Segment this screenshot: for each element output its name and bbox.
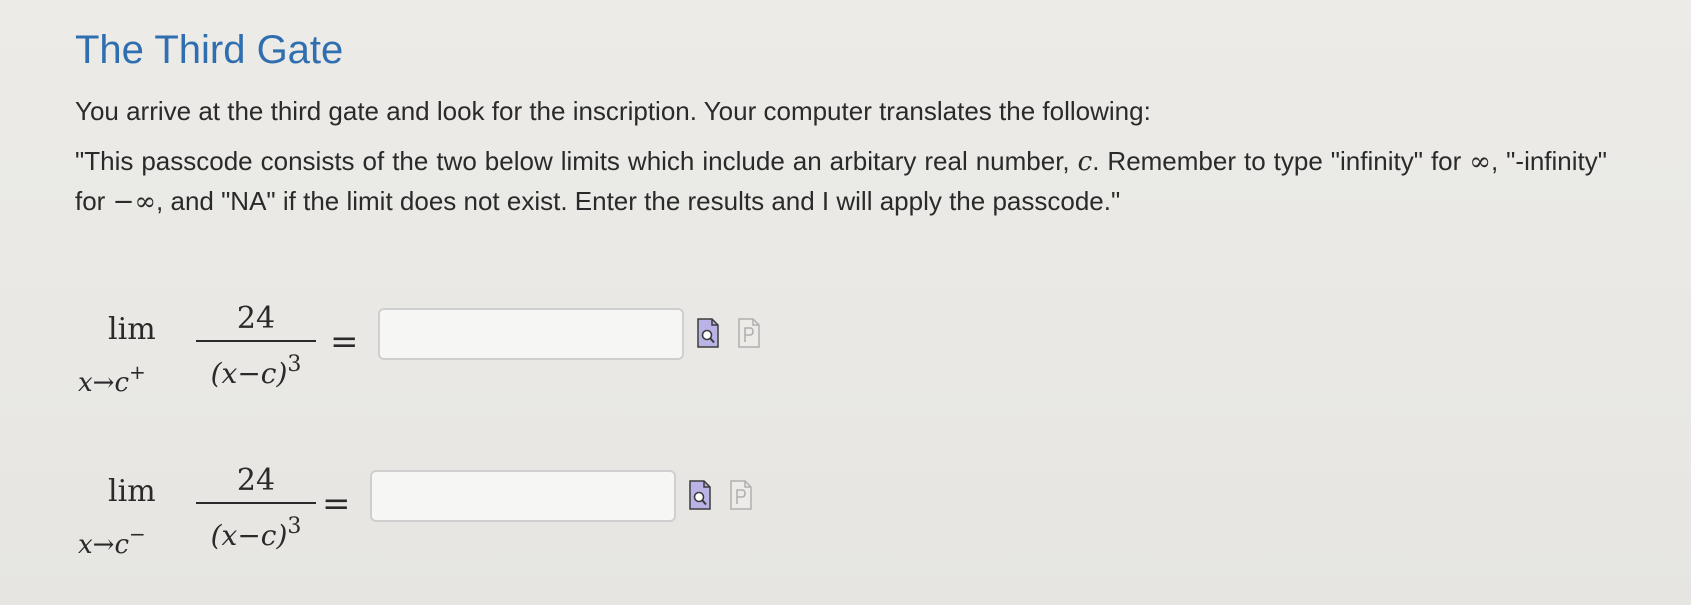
denominator-exponent: 3 [287, 514, 302, 539]
limit-subscript: x→c+ [78, 360, 146, 398]
preview-answer-icon[interactable] [697, 318, 719, 348]
fraction: 24 (x−c)3 [196, 300, 316, 391]
equals-sign: = [330, 322, 359, 362]
formula-help-icon[interactable] [738, 318, 760, 348]
denominator-base: (x−c) [210, 357, 288, 390]
negative-infinity-symbol: −∞ [112, 187, 157, 217]
fraction-bar [196, 502, 316, 504]
answer-input-right-limit[interactable] [378, 308, 684, 360]
inscription-part-4: , and "NA" if the limit does not exist. … [156, 186, 1121, 216]
infinity-symbol: ∞ [1469, 147, 1491, 177]
variable-c: c [1077, 147, 1093, 177]
intro-text: You arrive at the third gate and look fo… [75, 96, 1151, 126]
limit-subscript: x→c− [78, 522, 146, 560]
fraction: 24 (x−c)3 [196, 462, 316, 553]
limit-approach: x→c [78, 368, 130, 398]
fraction-numerator: 24 [236, 463, 276, 498]
page-title: The Third Gate [75, 28, 344, 72]
inscription-part-1: "This passcode consists of the two below… [75, 146, 1078, 176]
lim-label: lim [108, 474, 156, 509]
fraction-denominator: (x−c)3 [196, 510, 316, 553]
lim-label: lim [108, 312, 156, 347]
answer-input-left-limit[interactable] [370, 470, 676, 522]
fraction-denominator: (x−c)3 [196, 348, 316, 391]
fraction-bar [196, 340, 316, 342]
limit-direction: − [129, 522, 146, 546]
limit-row-left: lim x→c− 24 (x−c)3 = [78, 463, 838, 578]
limit-approach: x→c [78, 530, 130, 560]
limit-row-right: lim x→c+ 24 (x−c)3 = [78, 301, 838, 416]
inscription-part-2: . Remember to type "infinity" for [1092, 146, 1470, 176]
denominator-exponent: 3 [287, 352, 302, 377]
preview-answer-icon[interactable] [689, 480, 711, 510]
problem-container: The Third Gate You arrive at the third g… [75, 22, 1615, 222]
denominator-base: (x−c) [210, 519, 288, 552]
formula-help-icon[interactable] [730, 480, 752, 510]
equals-sign: = [322, 484, 351, 524]
limit-direction: + [129, 360, 146, 384]
inscription-text: "This passcode consists of the two below… [75, 142, 1607, 222]
fraction-numerator: 24 [236, 301, 276, 336]
